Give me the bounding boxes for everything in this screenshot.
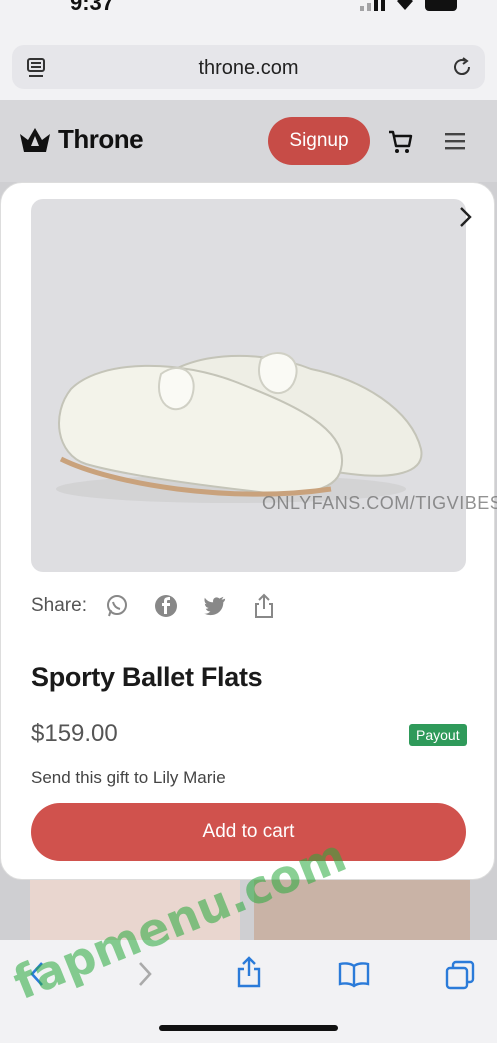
status-icons (360, 0, 457, 11)
crown-logo-icon (20, 127, 50, 152)
address-bar[interactable]: throne.com (12, 45, 485, 89)
brand-logo[interactable]: Throne (18, 124, 144, 155)
site-header: Throne (0, 100, 497, 182)
product-price: $159.00 (31, 720, 118, 747)
url-text[interactable]: throne.com (12, 57, 485, 80)
product-title: Sporty Ballet Flats (31, 662, 263, 692)
reload-icon[interactable] (451, 56, 473, 78)
forward-icon[interactable] (136, 960, 154, 988)
wifi-icon (397, 0, 413, 10)
home-indicator (159, 1025, 338, 1031)
share-icon[interactable] (252, 593, 276, 618)
menu-icon[interactable] (444, 131, 466, 151)
share-sheet-icon[interactable] (236, 956, 262, 988)
facebook-icon[interactable] (154, 594, 178, 618)
twitter-icon[interactable] (203, 594, 227, 618)
signal-icon (360, 0, 385, 11)
shoe-illustration (56, 352, 423, 503)
tabs-overview-icon[interactable] (445, 960, 475, 990)
background-product-thumb[interactable] (30, 880, 240, 940)
brand-name: Throne (58, 124, 144, 154)
whatsapp-icon[interactable] (105, 594, 129, 618)
share-row: Share: (31, 593, 301, 618)
signup-button[interactable]: Signup (268, 117, 370, 165)
share-label: Share: (31, 595, 87, 616)
status-time: 9:37 (70, 0, 115, 15)
status-bar: 9:37 (0, 0, 497, 36)
image-watermark: ONLYFANS.COM/TIGVIBES (262, 493, 497, 513)
back-icon[interactable] (28, 960, 46, 988)
background-product-thumb[interactable] (254, 880, 470, 940)
bookmarks-icon[interactable] (338, 960, 370, 988)
payout-badge: Payout (409, 724, 467, 746)
close-icon[interactable] (458, 206, 472, 228)
cart-icon[interactable] (387, 129, 413, 155)
product-image (31, 199, 466, 572)
gift-recipient-text: Send this gift to Lily Marie (31, 768, 226, 787)
battery-icon (425, 0, 457, 11)
add-to-cart-button[interactable]: Add to cart (31, 803, 466, 861)
